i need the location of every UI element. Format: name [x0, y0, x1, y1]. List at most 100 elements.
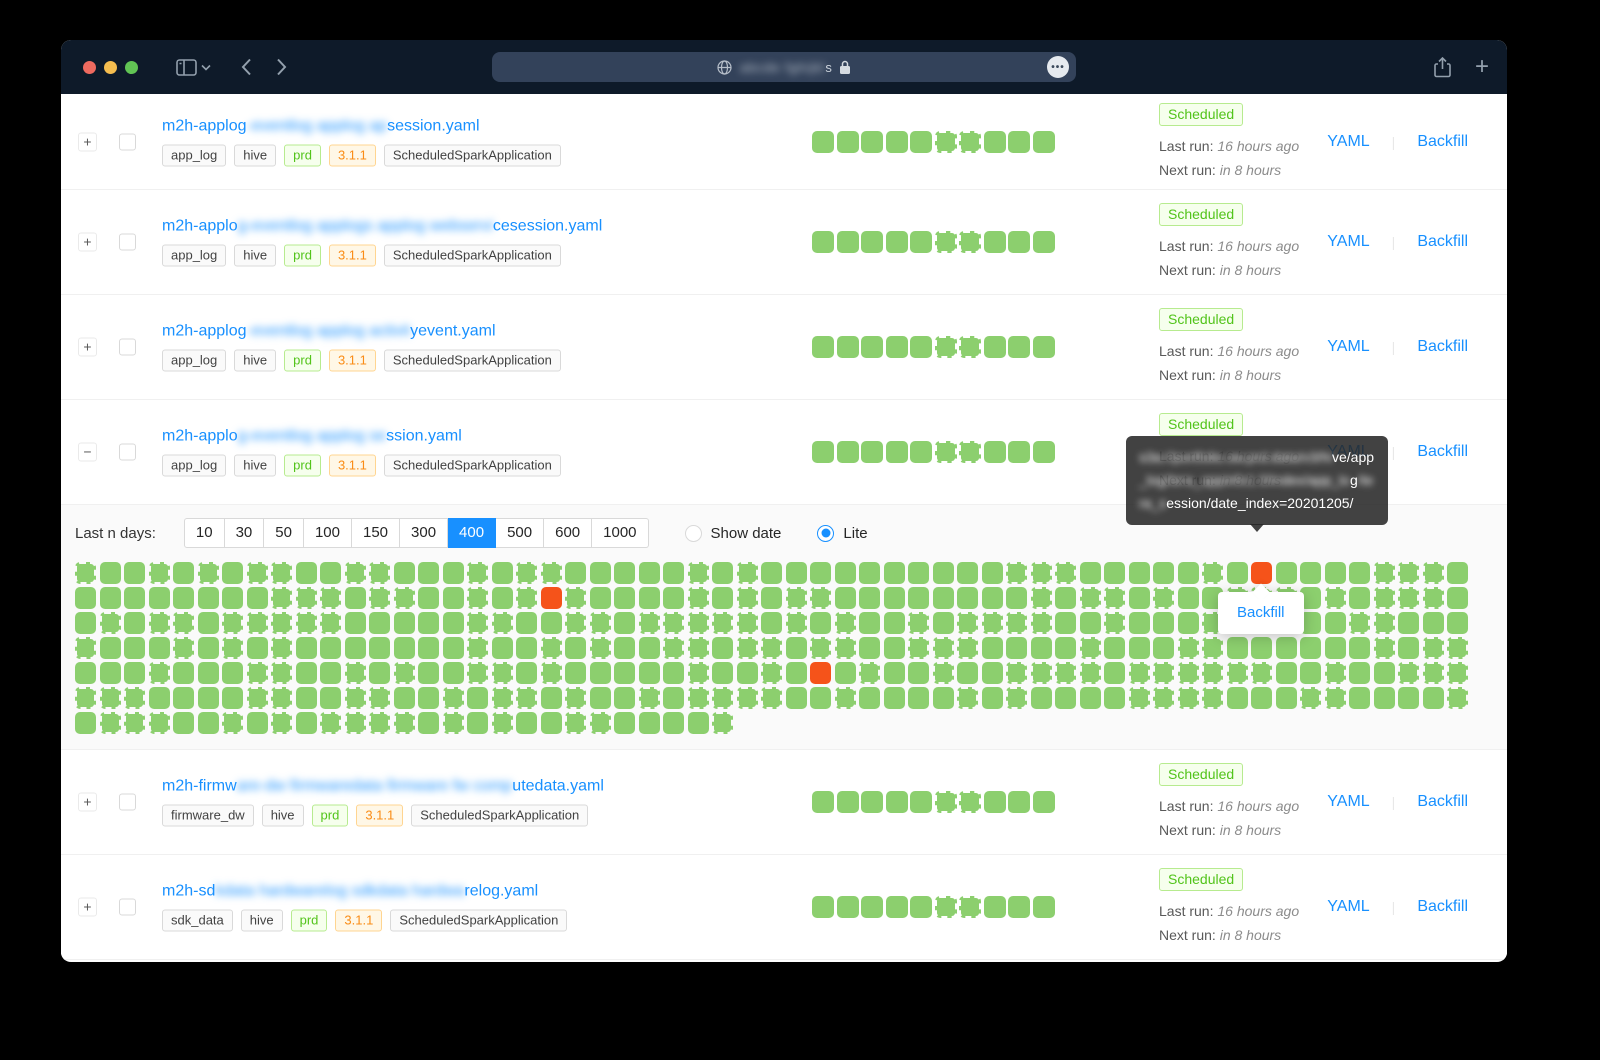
mini-heatmap-cell[interactable] [959, 231, 981, 253]
heatmap-cell-success[interactable] [1227, 637, 1248, 659]
heatmap-cell-success[interactable] [1080, 687, 1101, 709]
heatmap-cell-success[interactable] [1202, 562, 1223, 584]
heatmap-cell-success[interactable] [884, 662, 905, 684]
backfill-popover-button[interactable]: Backfill [1237, 604, 1285, 621]
heatmap-cell-success[interactable] [1325, 687, 1346, 709]
heatmap-cell-success[interactable] [369, 687, 390, 709]
heatmap-cell-success[interactable] [663, 562, 684, 584]
heatmap-cell-success[interactable] [1202, 662, 1223, 684]
back-button[interactable] [241, 58, 252, 76]
heatmap-cell-success[interactable] [296, 562, 317, 584]
address-bar[interactable]: abcde fghijkls ••• [492, 52, 1076, 82]
heatmap-cell-success[interactable] [173, 712, 194, 734]
heatmap-cell-success[interactable] [1423, 587, 1444, 609]
heatmap-cell-success[interactable] [933, 662, 954, 684]
heatmap-cell-success[interactable] [908, 587, 929, 609]
heatmap-cell-success[interactable] [492, 712, 513, 734]
sidebar-toggle-icon[interactable] [176, 59, 197, 76]
heatmap-cell-success[interactable] [369, 662, 390, 684]
heatmap-cell-success[interactable] [835, 662, 856, 684]
heatmap-cell-success[interactable] [614, 687, 635, 709]
heatmap-cell-success[interactable] [908, 662, 929, 684]
days-option-300[interactable]: 300 [400, 518, 448, 548]
row-expand-button[interactable]: − [78, 443, 97, 462]
heatmap-cell-success[interactable] [100, 687, 121, 709]
yaml-link[interactable]: YAML [1327, 793, 1369, 811]
heatmap-cell-success[interactable] [590, 662, 611, 684]
mini-heatmap-cell[interactable] [837, 896, 859, 918]
heatmap-cell-success[interactable] [1349, 612, 1370, 634]
heatmap-cell-success[interactable] [1447, 637, 1468, 659]
heatmap-cell-success[interactable] [100, 612, 121, 634]
heatmap-cell-success[interactable] [712, 637, 733, 659]
heatmap-cell-success[interactable] [1129, 612, 1150, 634]
heatmap-cell-success[interactable] [124, 687, 145, 709]
heatmap-cell-success[interactable] [1251, 637, 1272, 659]
heatmap-cell-success[interactable] [394, 587, 415, 609]
heatmap-cell-success[interactable] [418, 712, 439, 734]
heatmap-cell-success[interactable] [688, 612, 709, 634]
mini-heatmap-cell[interactable] [861, 441, 883, 463]
heatmap-cell-success[interactable] [369, 712, 390, 734]
job-yaml-link[interactable]: m2h-sdkdata hardwarelog sdkdata hardware… [162, 883, 538, 901]
heatmap-cell-success[interactable] [639, 712, 660, 734]
heatmap-cell-success[interactable] [1251, 687, 1272, 709]
heatmap-cell-success[interactable] [1398, 587, 1419, 609]
heatmap-cell-success[interactable] [1325, 562, 1346, 584]
mini-heatmap-cell[interactable] [837, 441, 859, 463]
heatmap-cell-success[interactable] [124, 587, 145, 609]
mini-heatmap-cell[interactable] [886, 336, 908, 358]
heatmap-cell-success[interactable] [75, 687, 96, 709]
heatmap-cell-success[interactable] [1055, 612, 1076, 634]
heatmap-cell-success[interactable] [908, 562, 929, 584]
mini-heatmap-cell[interactable] [812, 336, 834, 358]
heatmap-cell-success[interactable] [492, 612, 513, 634]
heatmap-cell-success[interactable] [418, 612, 439, 634]
heatmap-cell-success[interactable] [565, 712, 586, 734]
new-tab-button[interactable]: + [1475, 55, 1489, 79]
mini-run-heatmap[interactable] [812, 896, 1055, 918]
mini-heatmap-cell[interactable] [886, 791, 908, 813]
mini-heatmap-cell[interactable] [861, 131, 883, 153]
heatmap-cell-success[interactable] [737, 637, 758, 659]
heatmap-cell-success[interactable] [1153, 662, 1174, 684]
heatmap-cell-success[interactable] [516, 687, 537, 709]
heatmap-cell-success[interactable] [467, 662, 488, 684]
backfill-link[interactable]: Backfill [1417, 898, 1468, 916]
close-window-button[interactable] [83, 61, 96, 74]
heatmap-cell-success[interactable] [1153, 637, 1174, 659]
mini-heatmap-cell[interactable] [984, 131, 1006, 153]
heatmap-cell-success[interactable] [810, 637, 831, 659]
heatmap-cell-success[interactable] [663, 637, 684, 659]
mini-heatmap-cell[interactable] [837, 791, 859, 813]
days-option-500[interactable]: 500 [496, 518, 544, 548]
heatmap-cell-success[interactable] [1398, 612, 1419, 634]
days-option-400[interactable]: 400 [448, 518, 496, 548]
heatmap-cell-success[interactable] [908, 637, 929, 659]
heatmap-cell-success[interactable] [982, 587, 1003, 609]
heatmap-cell-success[interactable] [394, 662, 415, 684]
heatmap-cell-success[interactable] [418, 562, 439, 584]
heatmap-cell-success[interactable] [418, 637, 439, 659]
heatmap-cell-success[interactable] [149, 562, 170, 584]
heatmap-cell-success[interactable] [761, 612, 782, 634]
days-option-30[interactable]: 30 [225, 518, 265, 548]
heatmap-cell-success[interactable] [467, 612, 488, 634]
heatmap-cell-success[interactable] [541, 637, 562, 659]
heatmap-cell-success[interactable] [492, 587, 513, 609]
heatmap-cell-success[interactable] [614, 612, 635, 634]
share-icon[interactable] [1434, 57, 1451, 78]
heatmap-cell-success[interactable] [149, 712, 170, 734]
heatmap-cell-success[interactable] [1447, 612, 1468, 634]
heatmap-cell-success[interactable] [982, 662, 1003, 684]
heatmap-cell-success[interactable] [1423, 687, 1444, 709]
heatmap-cell-success[interactable] [247, 562, 268, 584]
radio-lite[interactable]: Lite [817, 525, 867, 542]
forward-button[interactable] [276, 58, 287, 76]
heatmap-cell-success[interactable] [418, 662, 439, 684]
heatmap-cell-success[interactable] [786, 612, 807, 634]
heatmap-cell-success[interactable] [100, 712, 121, 734]
heatmap-cell-success[interactable] [884, 687, 905, 709]
heatmap-cell-success[interactable] [247, 587, 268, 609]
heatmap-cell-success[interactable] [1374, 562, 1395, 584]
